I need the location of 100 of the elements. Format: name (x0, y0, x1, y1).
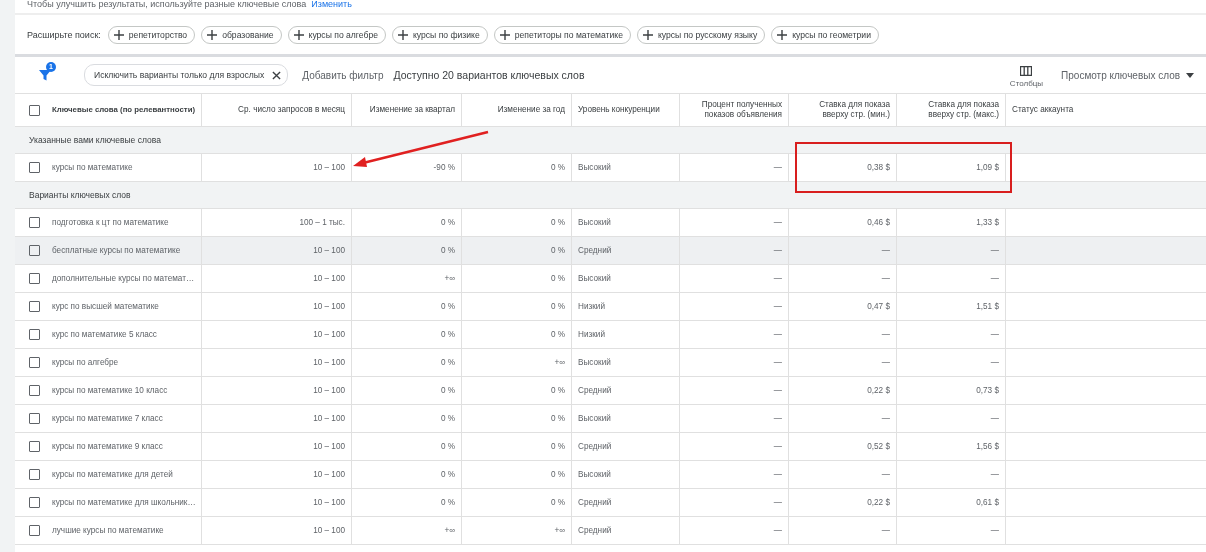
keyword-chip[interactable]: курсы по алгебре (287, 26, 386, 44)
keyword-chip[interactable]: образование (201, 26, 282, 44)
filter-icon[interactable] (38, 68, 52, 82)
table-cell: 10 – 100 (202, 377, 352, 404)
table-cell: 10 – 100 (202, 265, 352, 292)
filter-chip-label: Исключить варианты только для взрослых (94, 70, 265, 80)
checkbox[interactable] (29, 245, 40, 256)
checkbox[interactable] (29, 301, 40, 312)
table-cell: 1,09 $ (897, 154, 1006, 181)
checkbox[interactable] (29, 497, 40, 508)
table-cell: 0 % (462, 293, 572, 320)
checkbox[interactable] (29, 525, 40, 536)
keyword-text: подготовка к цт по математике (52, 218, 169, 227)
table-cell: — (897, 349, 1006, 376)
keyword-text: дополнительные курсы по математ… (52, 274, 195, 283)
table-cell: 100 – 1 тыс. (202, 209, 352, 236)
keyword-text: курс по математике 5 класс (52, 330, 157, 339)
checkbox[interactable] (29, 469, 40, 480)
table-cell: 10 – 100 (202, 154, 352, 181)
close-icon[interactable] (272, 70, 282, 80)
columns-button[interactable]: Столбцы (1009, 66, 1044, 88)
checkbox[interactable] (29, 385, 40, 396)
checkbox[interactable] (29, 357, 40, 368)
table-cell: 10 – 100 (202, 433, 352, 460)
plus-icon (397, 30, 408, 40)
keyword-text: лучшие курсы по математике (52, 526, 164, 535)
keyword-text: курсы по математике 10 класс (52, 386, 168, 395)
table-cell: Высокий (572, 461, 680, 488)
keyword-text: курсы по математике (52, 163, 133, 172)
keyword-view-dropdown[interactable]: Просмотр ключевых слов (1061, 69, 1194, 81)
table-cell: — (680, 405, 789, 432)
table-cell: 0 % (462, 321, 572, 348)
table-cell: Средний (572, 237, 680, 264)
table-cell: — (680, 461, 789, 488)
checkbox[interactable] (29, 329, 40, 340)
keyword-chip[interactable]: курсы по физике (391, 26, 488, 44)
add-filter-button[interactable]: Добавить фильтр (298, 69, 388, 81)
table-cell: Средний (572, 377, 680, 404)
table-cell: — (897, 517, 1006, 544)
column-header: Ставка для показа вверху стр. (макс.) (897, 94, 1006, 126)
checkbox[interactable] (29, 104, 40, 116)
table-cell: +∞ (462, 349, 572, 376)
table-cell: — (789, 321, 897, 348)
filter-chip[interactable]: Исключить варианты только для взрослых (84, 64, 289, 86)
section-title: Указанные вами ключевые слова (29, 135, 161, 145)
table-cell: Высокий (572, 154, 680, 181)
table-cell: 0,46 $ (789, 209, 897, 236)
table-cell: Высокий (572, 349, 680, 376)
change-link[interactable]: Изменить (311, 0, 352, 13)
keyword-chip[interactable]: курсы по геометрии (771, 26, 879, 44)
checkbox[interactable] (29, 162, 40, 173)
column-header: Статус аккаунта (1011, 104, 1075, 116)
checkbox[interactable] (29, 441, 40, 452)
column-header: Ставка для показа вверху стр. (мин.) (789, 94, 897, 126)
table-cell: 0 % (352, 237, 462, 264)
table-cell: 0,22 $ (789, 489, 897, 516)
table-cell: Средний (572, 433, 680, 460)
table-cell: 0,38 $ (789, 154, 897, 181)
plus-icon (207, 30, 218, 40)
table-cell: — (680, 293, 789, 320)
checkbox[interactable] (29, 273, 40, 284)
keyword-count-text: Доступно 20 вариантов ключевых слов (393, 69, 585, 81)
table-cell: Высокий (572, 265, 680, 292)
plus-icon (642, 30, 653, 40)
checkbox[interactable] (29, 413, 40, 424)
table-cell: — (789, 237, 897, 264)
table-cell: Низкий (572, 321, 680, 348)
plus-icon (777, 30, 788, 40)
plus-icon (499, 30, 510, 40)
table-cell: 0,47 $ (789, 293, 897, 320)
hint-text: Чтобы улучшить результаты, используйте разные ключевые слова (27, 0, 307, 11)
column-header: Процент полученных показов объявления (680, 94, 789, 126)
table-cell: — (897, 321, 1006, 348)
table-cell: — (897, 461, 1006, 488)
column-header: Ср. число запросов в месяц (202, 94, 352, 126)
keyword-chip[interactable]: курсы по русскому языку (636, 26, 766, 44)
keyword-chip[interactable]: репетиторство (107, 26, 196, 44)
table-cell: — (680, 349, 789, 376)
table-cell: — (680, 489, 789, 516)
table-cell: — (680, 237, 789, 264)
table-cell: 0 % (462, 265, 572, 292)
table-cell: 0 % (352, 293, 462, 320)
table-cell: 1,51 $ (897, 293, 1006, 320)
keyword-text: курсы по математике 7 класс (52, 414, 163, 423)
keyword-text: курс по высшей математике (52, 302, 159, 311)
table-cell: 0 % (352, 321, 462, 348)
table-cell: 0,61 $ (897, 489, 1006, 516)
keyword-chip[interactable]: репетиторы по математике (493, 26, 631, 44)
table-cell: 0 % (352, 405, 462, 432)
table-cell: — (680, 154, 789, 181)
table-cell: 0,73 $ (897, 377, 1006, 404)
table-cell: 0 % (462, 489, 572, 516)
table-cell: — (789, 461, 897, 488)
table-cell: 0 % (352, 377, 462, 404)
table-cell: 0 % (352, 461, 462, 488)
columns-icon (1020, 66, 1033, 76)
table-cell: 1,56 $ (897, 433, 1006, 460)
table-cell: 0 % (462, 237, 572, 264)
table-cell: Средний (572, 517, 680, 544)
checkbox[interactable] (29, 217, 40, 228)
